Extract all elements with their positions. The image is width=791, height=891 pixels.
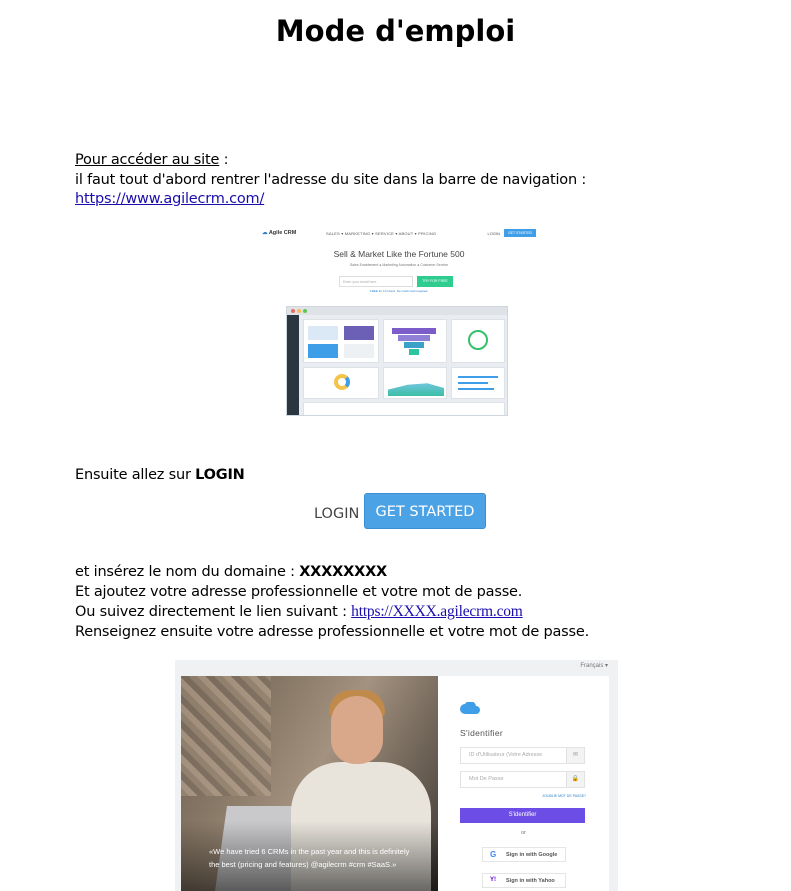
google-signin-button: G Sign in with Google: [482, 847, 566, 862]
intro-paragraph: Pour accéder au site : il faut tout d'ab…: [75, 151, 586, 210]
google-icon: G: [490, 850, 497, 859]
yahoo-icon: Y!: [490, 877, 496, 883]
login-panel: S'identifier ID d'Utilisateur (Votre Adr…: [438, 676, 609, 891]
screenshot-try-button: TRY FOR FREE: [417, 276, 453, 287]
screenshot-headline: Sell & Market Like the Fortune 500: [333, 249, 465, 259]
homepage-screenshot: ☁ Agile CRM SALES ▾ MARKETING ▾ SERVICE …: [256, 225, 542, 418]
screenshot-nav: ☁ Agile CRM SALES ▾ MARKETING ▾ SERVICE …: [262, 229, 536, 239]
domain-instruction: et insérez le nom du domaine :: [75, 564, 300, 580]
testimonial-quote: «We have tried 6 CRMs in the past year a…: [209, 847, 410, 869]
dashboard-preview: [286, 306, 508, 416]
step3-paragraph: et insérez le nom du domaine : XXXXXXXX …: [75, 563, 589, 642]
login-screenshot: Français ▾ «We have tried 6 CRMs in the …: [175, 660, 618, 891]
domain-name: XXXXXXXX: [299, 564, 388, 580]
login-link[interactable]: LOGIN: [314, 506, 359, 522]
get-started-button[interactable]: GET STARTED: [364, 493, 486, 529]
screenshot-menu: SALES ▾ MARKETING ▾ SERVICE ▾ ABOUT ▾ PR…: [326, 231, 437, 236]
intro-heading: Pour accéder au site: [75, 152, 220, 168]
direct-login-link[interactable]: https://XXXX.agilecrm.com: [351, 603, 523, 620]
screenshot-get-started: GET STARTED: [504, 229, 536, 237]
page-title: Mode d'emploi: [275, 14, 516, 48]
step2-text: Ensuite allez sur LOGIN: [75, 466, 245, 486]
language-selector: Français ▾: [580, 663, 608, 669]
step2-prefix: Ensuite allez sur: [75, 467, 196, 483]
screenshot-email-field: Enter your email here: [339, 276, 413, 287]
envelope-icon: ✉: [566, 748, 584, 763]
cloud-icon: [460, 702, 480, 714]
login-submit-button: S'identifier: [460, 808, 585, 823]
lock-icon: 🔒: [566, 772, 584, 787]
forgot-password-link: J'OUBLIE MOT DE PASSE?: [541, 794, 586, 798]
yahoo-signin-button: Y! Sign in with Yahoo: [482, 873, 566, 888]
user-id-field: ID d'Utilisateur (Votre Adresse ✉: [460, 747, 585, 764]
agile-logo: ☁ Agile CRM: [262, 230, 297, 236]
direct-link-prefix: Ou suivez directement le lien suivant :: [75, 604, 352, 620]
or-divider: or: [521, 830, 526, 836]
credentials-instruction: Et ajoutez votre adresse professionnelle…: [75, 583, 523, 600]
login-title: S'identifier: [460, 728, 504, 738]
intro-instruction: il faut tout d'abord rentrer l'adresse d…: [75, 171, 587, 188]
site-url-link[interactable]: https://www.agilecrm.com/: [75, 191, 264, 207]
screenshot-subline: Sales Enablement ● Marketing Automation …: [349, 263, 449, 267]
credentials-instruction-2: Renseignez ensuite votre adresse profess…: [75, 623, 589, 640]
intro-heading-suffix: :: [219, 152, 229, 168]
step2-login-bold: LOGIN: [195, 467, 245, 483]
password-field: Mot De Passe 🔒: [460, 771, 585, 788]
screenshot-free-note: FREE for 10 Users. No credit card requir…: [369, 289, 429, 293]
screenshot-login: LOGIN: [487, 231, 500, 236]
